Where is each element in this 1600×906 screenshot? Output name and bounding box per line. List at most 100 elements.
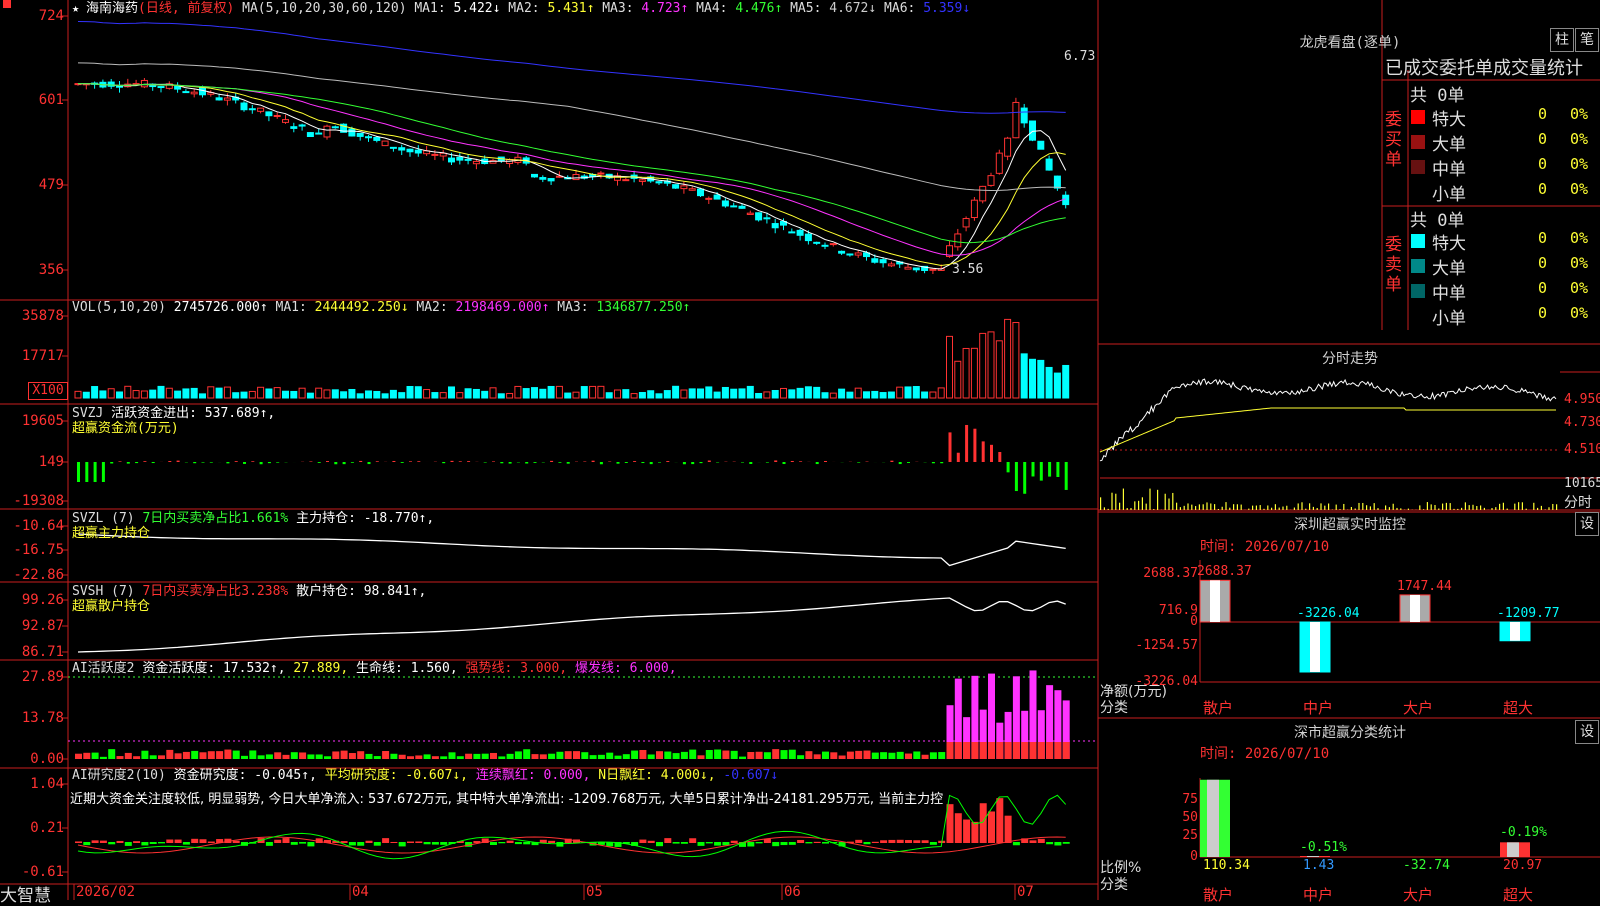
activity-bar	[191, 751, 198, 759]
candle-body	[407, 149, 413, 152]
research-bar	[930, 842, 937, 845]
volume-bar	[283, 391, 289, 398]
research-bar	[208, 842, 215, 843]
fund-flow-bar	[368, 462, 371, 464]
candle-body	[789, 232, 795, 233]
volume-bar	[224, 387, 230, 398]
research-bar	[905, 840, 912, 843]
stats-y-tick: 0	[1150, 849, 1198, 864]
research-bar	[407, 842, 414, 843]
fund-flow-bar	[799, 461, 802, 462]
monitor-y-tick: 0	[1120, 614, 1198, 629]
volume-bar	[1063, 365, 1069, 398]
activity-bar	[415, 755, 422, 759]
activity-bar	[615, 756, 622, 759]
research-bar	[366, 841, 373, 843]
mon-bar-shine-2	[1410, 595, 1420, 622]
activity-bar	[224, 750, 231, 759]
volume-bar	[216, 388, 222, 398]
stock-name[interactable]: 海南海药	[86, 1, 138, 16]
research-bar	[789, 842, 796, 845]
volume-bar	[399, 393, 405, 398]
activity-bar	[847, 752, 854, 759]
volume-bar	[490, 388, 496, 398]
volume-bar	[150, 390, 156, 398]
activity-bar	[125, 753, 132, 759]
intraday-vol-bar	[1298, 503, 1299, 510]
svzj-sub: 超赢资金流(万元)	[72, 421, 179, 436]
research-bar	[880, 840, 887, 843]
ma-value-3: 4.476↑	[735, 1, 790, 16]
activity-bar	[83, 753, 90, 759]
fund-flow-bar	[451, 461, 454, 462]
activity-bar	[764, 752, 771, 759]
intraday-vol-bar	[1457, 509, 1458, 510]
candle-body	[963, 219, 969, 227]
activity-bar	[598, 755, 605, 759]
app-name[interactable]: 大智慧	[0, 881, 51, 906]
vol-unit-button[interactable]: X100	[28, 382, 68, 400]
intraday-vol-bar	[1146, 504, 1147, 510]
activity-bar	[880, 752, 887, 759]
menu-marker[interactable]	[3, 0, 11, 8]
fund-flow-bar	[110, 462, 113, 463]
fund-flow-bar	[633, 461, 636, 462]
activity-bar	[457, 756, 464, 759]
bar-mode-button[interactable]: 柱	[1550, 28, 1574, 52]
intraday-vol-bar	[1495, 507, 1496, 510]
volume-bar	[839, 389, 845, 398]
ma-line-3	[78, 84, 1066, 256]
ai2-t1: 资金研究度: -0.045↑,	[174, 768, 317, 783]
order-percent: 0%	[1570, 180, 1588, 198]
stats-y-tick: 50	[1150, 810, 1198, 825]
svzl-pct: 7日内买卖净占比1.661%	[142, 511, 288, 526]
ma-key-1: MA2:	[416, 300, 455, 315]
intraday-vol-bar	[1115, 494, 1116, 510]
research-bar	[390, 842, 397, 843]
fund-flow-bar	[351, 462, 354, 463]
star-icon[interactable]: ★	[72, 1, 79, 15]
candle-body	[449, 158, 455, 162]
activity-bar	[374, 756, 381, 759]
order-color-icon	[1411, 110, 1425, 124]
activity-base	[1063, 742, 1070, 759]
fund-flow-bar	[127, 462, 130, 464]
stats-settings-button[interactable]: 设	[1575, 720, 1599, 744]
intraday-vol-bar	[1172, 493, 1173, 510]
volume-bar	[996, 341, 1002, 398]
fund-flow-bar	[392, 461, 395, 462]
activity-bar	[864, 751, 871, 759]
fund-flow-bar	[816, 462, 819, 464]
research-bar	[440, 842, 447, 845]
fund-flow-bar	[774, 460, 777, 462]
intraday-vol-bar	[1222, 507, 1223, 510]
research-bar	[656, 842, 663, 846]
research-bar	[424, 842, 431, 844]
order-percent: 0%	[1570, 130, 1588, 148]
research-bar	[913, 840, 920, 843]
st-category-3: 超大	[1503, 884, 1533, 905]
ma-line-2	[78, 84, 1066, 266]
activity-bar	[150, 755, 157, 759]
intraday-vol-bar	[1206, 502, 1207, 510]
price-mode[interactable]: (日线, 前复权)	[138, 1, 234, 16]
fund-flow-bar	[177, 461, 180, 462]
candle-body	[390, 147, 396, 148]
intraday-y-tick: 4.510	[1564, 442, 1600, 457]
intraday-vol-bar	[1317, 508, 1318, 510]
intraday-vol-bar	[1514, 504, 1515, 510]
ma-key-2: MA3:	[602, 1, 641, 16]
volume-bar	[382, 394, 388, 398]
candle-body	[905, 267, 911, 269]
intraday-y-tick: 4.730	[1564, 415, 1600, 430]
intraday-avg-line	[1100, 408, 1556, 452]
fund-flow-bar	[990, 445, 993, 462]
tick-mode-button[interactable]: 笔	[1575, 28, 1599, 52]
activity-bar	[731, 751, 738, 759]
monitor-settings-button[interactable]: 设	[1575, 512, 1599, 536]
fund-flow-bar	[973, 429, 976, 462]
y-tick: 0.00	[0, 751, 64, 767]
fund-flow-bar	[102, 462, 105, 482]
research-bar	[150, 842, 157, 844]
activity-bar	[449, 752, 456, 759]
